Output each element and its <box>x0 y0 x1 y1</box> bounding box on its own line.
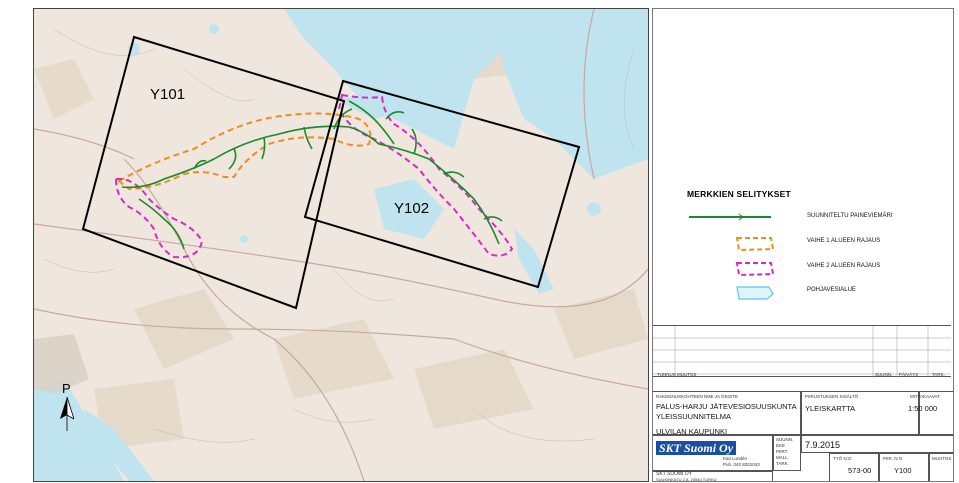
work-number: 573-00 <box>848 466 872 475</box>
contact-phone: Puh. 040 8201043 <box>723 462 760 467</box>
revision-table: TUNNUS MUUTOS SUUNN. PÄIVÄYS TARK. <box>653 325 951 378</box>
north-label: P <box>62 381 71 396</box>
legend-panel: MERKKIEN SELITYKSET SUUNNITELTU PAINEVIE… <box>652 8 954 482</box>
drawing-number-label: PIIR. N:O <box>883 456 903 461</box>
change-cell: MUUTOS <box>929 453 953 481</box>
drawing-number: Y100 <box>894 466 912 475</box>
drawing-sheet: Y101 Y102 P MERKKIEN SELITYKSET SUUNNITE… <box>0 0 959 483</box>
legend-label-phase1: VAIHE 1 ALUEEN RAJAUS <box>807 238 881 244</box>
sheet-label-y102: Y102 <box>394 200 430 217</box>
project-label: RAKENNUSKOHTEEN NIMI JA OSOITE <box>656 394 739 399</box>
groundwater-area-icon <box>736 286 774 300</box>
role-designer: SUUNN. <box>776 437 794 442</box>
legend-item-pipeline: SUUNNITELTU PAINEVIEMÄRI <box>687 210 947 226</box>
company-address-cell: SKT SUOMI OY SUUKINKATU 2 A, 20540 TURKU <box>653 471 773 482</box>
revision-header-id: TUNNUS <box>657 372 676 377</box>
revision-header-change: MUUTOS <box>677 372 697 377</box>
sheet-label-y101: Y101 <box>150 86 186 103</box>
revision-header-checked: TARK. <box>932 372 945 377</box>
role-drafter: PIIRT. <box>776 449 789 454</box>
revision-grid <box>653 326 951 378</box>
legend-title: MERKKIEN SELITYKSET <box>687 189 791 199</box>
dashed-area-magenta-icon <box>735 262 775 277</box>
pipeline-line-icon <box>689 213 771 221</box>
legend-item-phase2: VAIHE 2 ALUEEN RAJAUS <box>687 260 947 277</box>
project-subtitle: YLEISSUUNNITELMA <box>656 412 732 421</box>
map-canvas <box>34 9 648 481</box>
change-label: MUUTOS <box>932 456 952 461</box>
content-cell: PIIRUSTUKSEN SISÄLTÖ YLEISKARTTA <box>801 391 919 435</box>
date-cell: 7.9.2015 <box>801 435 953 453</box>
role-model: MALL <box>776 455 788 460</box>
project-cell: RAKENNUSKOHTEEN NIMI JA OSOITE PALUS-HAR… <box>653 391 801 436</box>
company-address: SUUKINKATU 2 A, 20540 TURKU <box>656 477 717 482</box>
scale-value: 1:50 000 <box>908 404 938 413</box>
revision-header-date: PÄIVÄYS <box>899 372 919 377</box>
work-number-label: TYÖ N:O <box>833 456 852 461</box>
legend-label-pipeline: SUUNNITELTU PAINEVIEMÄRI <box>807 213 893 219</box>
project-name: PALUS-HARJU JÄTEVESIOSUUSKUNTA <box>656 402 797 411</box>
dashed-area-orange-icon <box>735 237 775 252</box>
legend-label-phase2: VAIHE 2 ALUEEN RAJAUS <box>807 263 881 269</box>
legend-item-phase1: VAIHE 1 ALUEEN RAJAUS <box>687 235 947 252</box>
overview-map[interactable]: Y101 Y102 P <box>33 8 649 482</box>
work-number-cell: TYÖ N:O 573-00 <box>829 453 879 481</box>
role-checker: TARK. <box>776 461 789 466</box>
revision-header-designer: SUUNN. <box>875 372 893 377</box>
legend-item-groundwater: POHJAVESIALUE <box>687 284 947 300</box>
contact-name: Kati Lundén <box>723 456 748 461</box>
drawing-content: YLEISKARTTA <box>805 404 856 413</box>
content-label: PIIRUSTUKSEN SISÄLTÖ <box>805 394 859 399</box>
role-eke: EKE <box>776 443 786 448</box>
north-arrow-icon <box>60 397 74 431</box>
scale-cell: MITTAKAAVAT 1:50 000 <box>908 391 953 435</box>
role-cell: SUUNN. EKE PIIRT. MALL TARK. <box>773 435 801 471</box>
drawing-date: 7.9.2015 <box>805 440 841 450</box>
company-logo: SKT Suomi Oy <box>656 441 737 455</box>
legend-label-groundwater: POHJAVESIALUE <box>807 287 856 293</box>
company-logo-cell: SKT Suomi Oy Kati Lundén Puh. 040 820104… <box>653 435 773 471</box>
drawing-number-cell: PIIR. N:O Y100 <box>879 453 929 481</box>
scale-label: MITTAKAAVAT <box>910 394 940 399</box>
